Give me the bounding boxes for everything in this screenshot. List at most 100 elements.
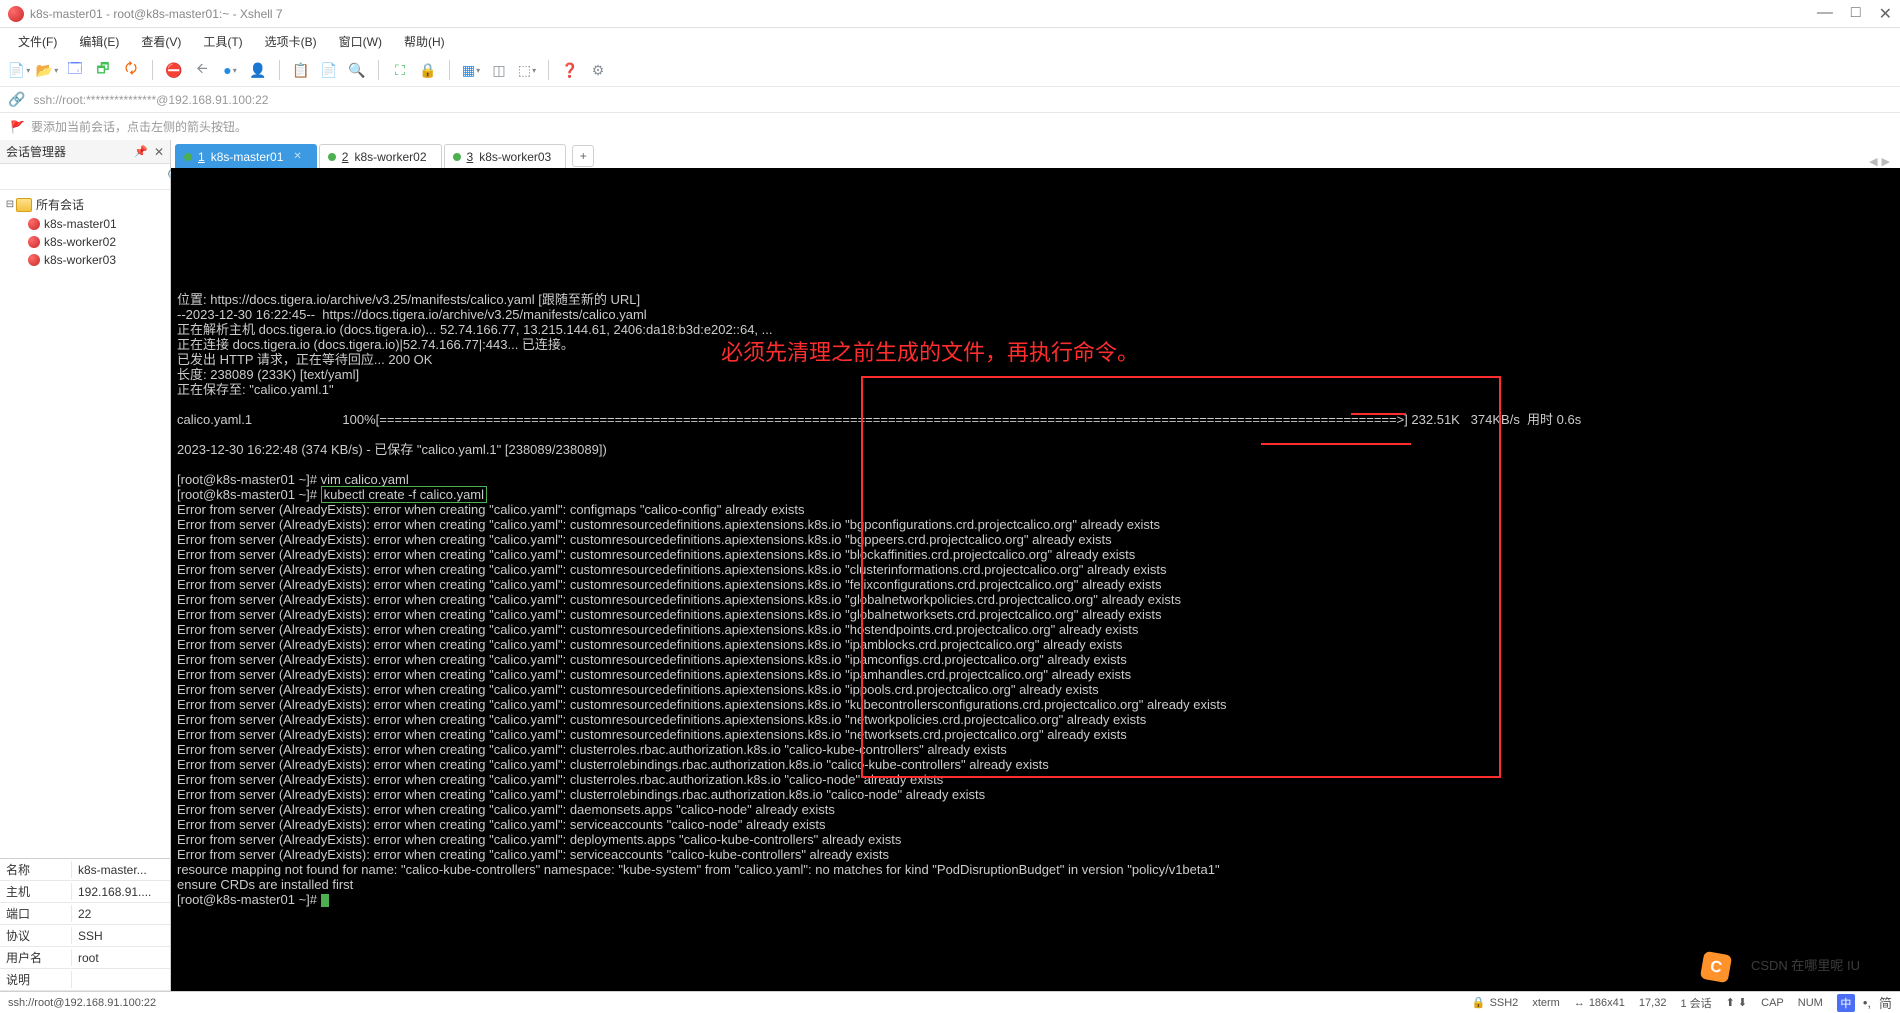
terminal-line: Error from server (AlreadyExists): error… (177, 727, 1894, 742)
status-net: ⬆ ⬇ (1726, 996, 1748, 1009)
session-item[interactable]: k8s-worker03 (0, 251, 170, 269)
terminal-view[interactable]: 必须先清理之前生成的文件，再执行命令。 C CSDN 在哪里呢 IU 位置: h… (171, 168, 1900, 991)
terminal-line: 正在解析主机 docs.tigera.io (docs.tigera.io)..… (177, 322, 1894, 337)
menu-tools[interactable]: 工具(T) (193, 29, 252, 54)
terminal-line: Error from server (AlreadyExists): error… (177, 697, 1894, 712)
terminal-line: Error from server (AlreadyExists): error… (177, 802, 1894, 817)
tip-bar: 🚩 要添加当前会话，点击左侧的箭头按钮。 (0, 112, 1900, 140)
tab-close-icon[interactable]: ✕ (293, 151, 301, 162)
tab[interactable]: 2k8s-worker02 (319, 144, 442, 168)
tree-root[interactable]: ⊟ 所有会话 (0, 194, 170, 215)
tab-prev-icon[interactable]: ◀ (1869, 155, 1877, 168)
status-num: NUM (1798, 997, 1823, 1009)
terminal-line: Error from server (AlreadyExists): error… (177, 502, 1894, 517)
paste-button[interactable]: 📄 (318, 59, 340, 81)
property-key: 名称 (0, 861, 72, 878)
menu-tab[interactable]: 选项卡(B) (255, 29, 327, 54)
property-key: 说明 (0, 971, 72, 988)
tip-text: 要添加当前会话，点击左侧的箭头按钮。 (31, 118, 247, 135)
menu-view[interactable]: 查看(V) (131, 29, 191, 54)
terminal-line: Error from server (AlreadyExists): error… (177, 517, 1894, 532)
menu-help[interactable]: 帮助(H) (394, 29, 455, 54)
address-text[interactable]: ssh://root:***************@192.168.91.10… (33, 93, 268, 107)
terminal-line: Error from server (AlreadyExists): error… (177, 562, 1894, 577)
refresh-button[interactable]: ●▾ (219, 59, 241, 81)
settings-button[interactable]: ⚙ (587, 59, 609, 81)
collapse-icon[interactable]: ⊟ (4, 199, 16, 210)
flag-icon[interactable]: 🚩 (10, 120, 25, 134)
property-value: 192.168.91.... (72, 885, 170, 899)
layout1-button[interactable]: ▦▾ (460, 59, 482, 81)
property-row: 用户名root (0, 947, 170, 969)
layout2-button[interactable]: ◫ (488, 59, 510, 81)
tab[interactable]: 3k8s-worker03 (444, 144, 567, 168)
prev-button[interactable]: 🡨 (191, 59, 213, 81)
terminal-line: [root@k8s-master01 ~]# vim calico.yaml (177, 472, 1894, 487)
new-tab-button[interactable]: + (572, 145, 594, 167)
tab-status-icon (184, 153, 192, 161)
lock-button[interactable]: 🔒 (417, 59, 439, 81)
sidebar-close-icon[interactable]: ✕ (154, 145, 164, 159)
layout3-button[interactable]: ⬚▾ (516, 59, 538, 81)
tab[interactable]: 1k8s-master01✕ (175, 144, 317, 168)
property-key: 端口 (0, 905, 72, 922)
tab-status-icon (453, 153, 461, 161)
session-item[interactable]: k8s-worker02 (0, 233, 170, 251)
find-button[interactable]: 🔍 (346, 59, 368, 81)
disconnect-button[interactable]: ⛔ (163, 59, 185, 81)
terminal-line: [root@k8s-master01 ~]# kubectl create -f… (177, 487, 1894, 502)
menu-edit[interactable]: 编辑(E) (69, 29, 129, 54)
open-button[interactable]: 📂▾ (36, 59, 58, 81)
watermark-text: CSDN 在哪里呢 IU (1751, 958, 1860, 973)
tab-next-icon[interactable]: ▶ (1882, 155, 1890, 168)
ime-zhong[interactable]: 中 (1837, 994, 1855, 1012)
terminal-line: Error from server (AlreadyExists): error… (177, 607, 1894, 622)
pin-icon[interactable]: 📌 (134, 145, 148, 158)
terminal-line: 位置: https://docs.tigera.io/archive/v3.25… (177, 292, 1894, 307)
session-icon (28, 218, 40, 230)
menu-window[interactable]: 窗口(W) (329, 29, 392, 54)
property-key: 主机 (0, 883, 72, 900)
tab-nav: ◀ ▶ (1869, 155, 1896, 168)
session-icon (28, 254, 40, 266)
terminal-line: --2023-12-30 16:22:45-- https://docs.tig… (177, 307, 1894, 322)
transfer-button[interactable]: 🗘 (120, 59, 142, 81)
property-value: root (72, 951, 170, 965)
fullscreen-button[interactable]: ⛶ (389, 59, 411, 81)
session-label: k8s-master01 (44, 217, 117, 231)
terminal-line: Error from server (AlreadyExists): error… (177, 652, 1894, 667)
property-value: k8s-master... (72, 863, 170, 877)
ime-symbol[interactable]: •, (1863, 995, 1871, 1010)
ime-jian[interactable]: 简 (1879, 993, 1892, 1012)
terminal-line: 2023-12-30 16:22:48 (374 KB/s) - 已保存 "ca… (177, 442, 1894, 457)
terminal-line: Error from server (AlreadyExists): error… (177, 622, 1894, 637)
search-input[interactable] (4, 168, 167, 186)
property-value: 22 (72, 907, 170, 921)
close-button[interactable]: ✕ (1879, 4, 1892, 24)
sidebar-title: 会话管理器 (6, 143, 134, 160)
person-button[interactable]: 👤 (247, 59, 269, 81)
folder-icon (16, 198, 32, 212)
main-area: 会话管理器 📌 ✕ 🔍 ⊟ 所有会话 k8s-master01k8s-worke… (0, 140, 1900, 991)
property-row: 说明 (0, 969, 170, 991)
terminal-line: resource mapping not found for name: "ca… (177, 862, 1894, 877)
reconnect-button[interactable]: 🗗 (92, 59, 114, 81)
terminal-line (177, 457, 1894, 472)
tab-number: 1 (198, 150, 205, 164)
status-size: ↔186x41 (1574, 997, 1625, 1009)
property-value: SSH (72, 929, 170, 943)
menu-file[interactable]: 文件(F) (8, 29, 67, 54)
terminal-line: Error from server (AlreadyExists): error… (177, 742, 1894, 757)
menu-bar: 文件(F) 编辑(E) 查看(V) 工具(T) 选项卡(B) 窗口(W) 帮助(… (0, 28, 1900, 54)
new-session-button[interactable]: 📄▾ (8, 59, 30, 81)
session-item[interactable]: k8s-master01 (0, 215, 170, 233)
save-button[interactable]: 🗔 (64, 59, 86, 81)
terminal-line: Error from server (AlreadyExists): error… (177, 772, 1894, 787)
link-icon: 🔗 (8, 91, 25, 108)
ime-bar: 中 •, 简 (1837, 993, 1892, 1012)
maximize-button[interactable]: □ (1851, 4, 1861, 24)
help-button[interactable]: ❓ (559, 59, 581, 81)
tree-root-label: 所有会话 (36, 196, 84, 213)
copy-button[interactable]: 📋 (290, 59, 312, 81)
minimize-button[interactable]: — (1817, 4, 1833, 24)
